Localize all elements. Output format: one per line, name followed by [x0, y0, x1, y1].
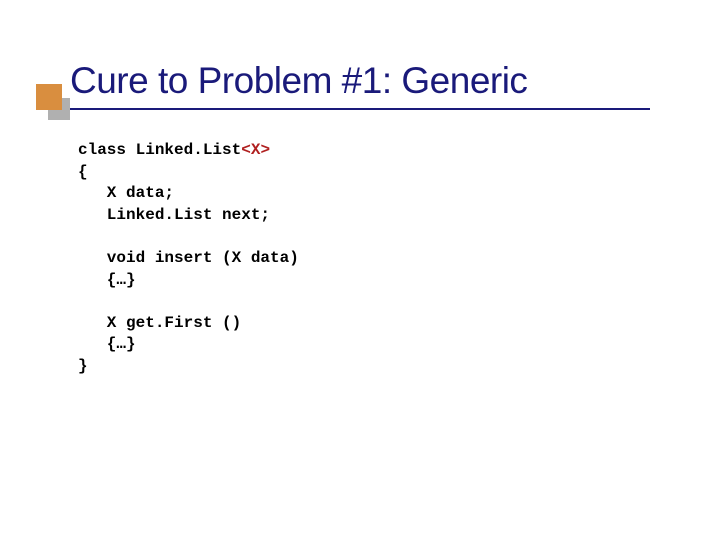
slide: Cure to Problem #1: Generic class Linked… — [0, 0, 720, 540]
page-title: Cure to Problem #1: Generic — [70, 60, 650, 102]
code-generic-param: <X> — [241, 141, 270, 159]
code-block: class Linked.List<X> { X data; Linked.Li… — [78, 140, 650, 378]
code-line-3: X data; — [78, 184, 174, 202]
code-line-1a: class Linked.List — [78, 141, 241, 159]
code-line-4: Linked.List next; — [78, 206, 270, 224]
deco-square-orange — [36, 84, 62, 110]
code-line-9: X get.First () — [78, 314, 241, 332]
code-line-2: { — [78, 163, 88, 181]
code-line-7: {…} — [78, 271, 136, 289]
title-section: Cure to Problem #1: Generic — [70, 60, 650, 110]
title-underline — [70, 108, 650, 110]
code-line-11: } — [78, 357, 88, 375]
title-decoration — [36, 84, 72, 120]
code-line-10: {…} — [78, 335, 136, 353]
code-line-6: void insert (X data) — [78, 249, 299, 267]
